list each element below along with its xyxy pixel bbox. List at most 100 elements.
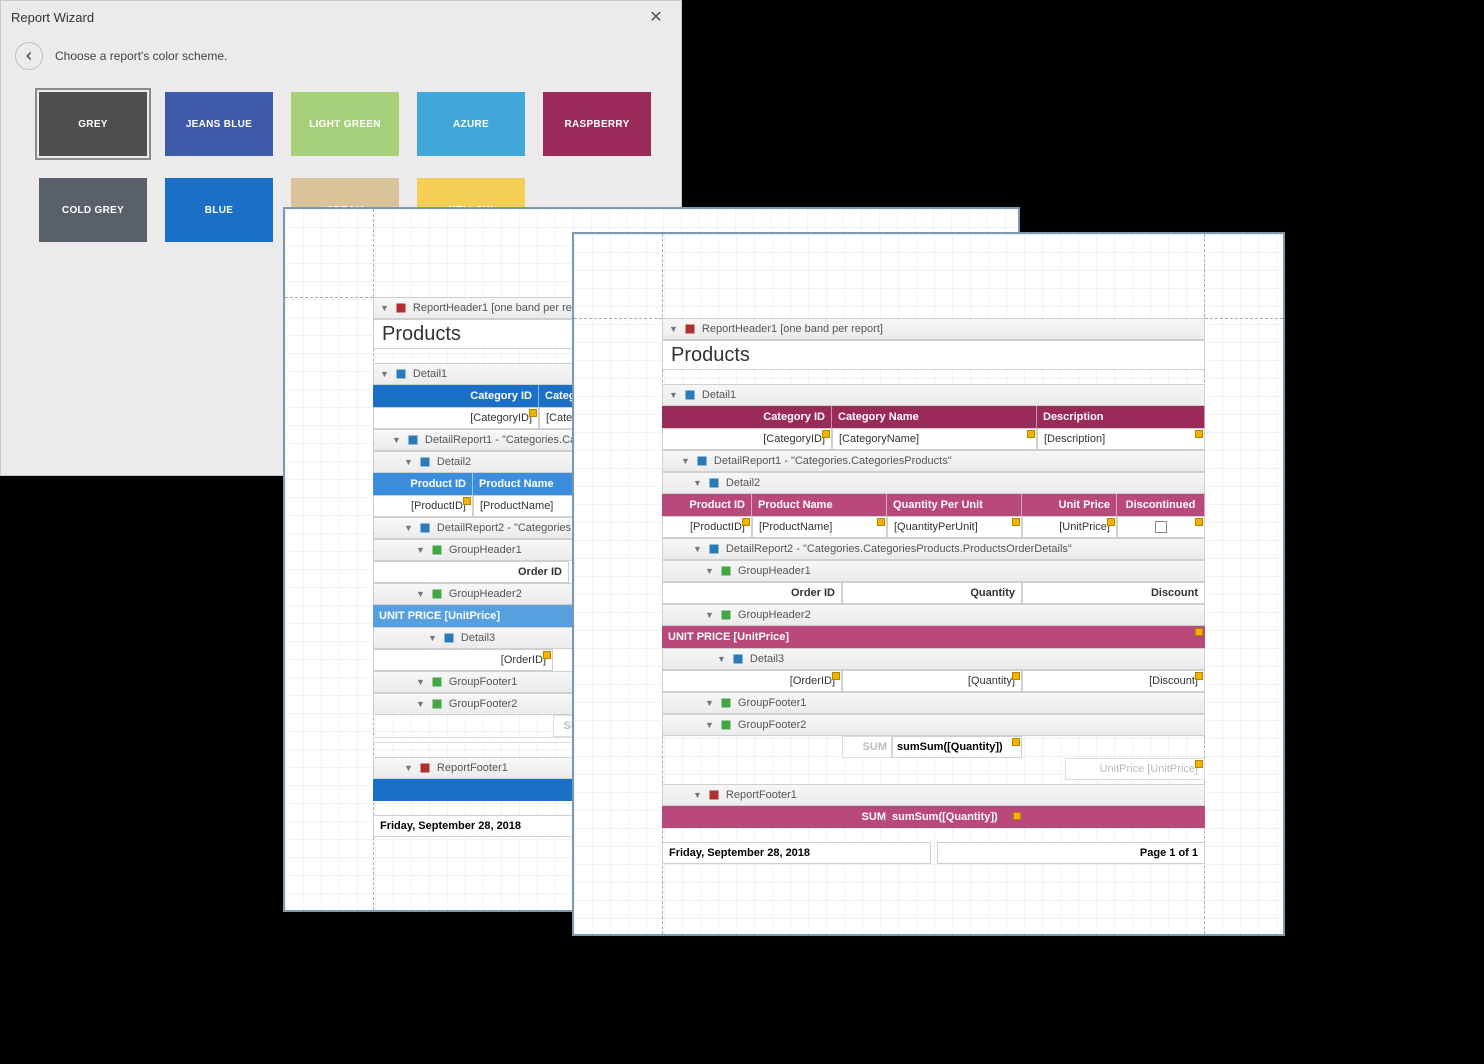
smart-tag-icon[interactable] xyxy=(1195,518,1203,526)
collapse-icon[interactable]: ▼ xyxy=(693,478,702,488)
category-header-row: Category ID Category Name Description xyxy=(662,406,1205,428)
smart-tag-icon[interactable] xyxy=(1012,672,1020,680)
sum-quantity[interactable]: sumSum([Quantity]) xyxy=(892,736,1022,758)
cell-product-qpu[interactable]: [QuantityPerUnit] xyxy=(887,516,1022,538)
close-icon[interactable]: ✕ xyxy=(641,7,671,27)
unitprice-group-caption[interactable]: UNIT PRICE [UnitPrice] xyxy=(662,626,1205,648)
col-product-id[interactable]: Product ID xyxy=(662,494,752,516)
smart-tag-icon[interactable] xyxy=(463,497,471,505)
cell-category-name[interactable]: [CategoryName] xyxy=(832,428,1037,450)
col-product-qpu[interactable]: Quantity Per Unit xyxy=(887,494,1022,516)
band-detailreport2[interactable]: ▼ DetailReport2 - "Categories.Categories… xyxy=(662,538,1205,560)
smart-tag-icon[interactable] xyxy=(543,651,551,659)
detail-icon xyxy=(407,434,419,446)
cell-product-price[interactable]: [UnitPrice] xyxy=(1022,516,1117,538)
color-swatch-cold-grey[interactable]: COLD GREY xyxy=(39,178,147,242)
col-order-id[interactable]: Order ID xyxy=(662,582,842,604)
col-product-id[interactable]: Product ID xyxy=(373,473,473,495)
smart-tag-icon[interactable] xyxy=(822,430,830,438)
color-swatch-raspberry[interactable]: RASPBERRY xyxy=(543,92,651,156)
smart-tag-icon[interactable] xyxy=(1013,812,1021,820)
smart-tag-icon[interactable] xyxy=(1027,430,1035,438)
cell-product-id[interactable]: [ProductID] xyxy=(662,516,752,538)
collapse-icon[interactable]: ▼ xyxy=(380,303,389,313)
color-swatch-blue[interactable]: BLUE xyxy=(165,178,273,242)
col-category-name[interactable]: Category Name xyxy=(832,406,1037,428)
color-swatch-jeans-blue[interactable]: JEANS BLUE xyxy=(165,92,273,156)
collapse-icon[interactable]: ▼ xyxy=(380,369,389,379)
cell-category-id[interactable]: [CategoryID] xyxy=(662,428,832,450)
smart-tag-icon[interactable] xyxy=(742,518,750,526)
report-title[interactable]: Products xyxy=(662,340,1205,370)
band-detailreport1[interactable]: ▼ DetailReport1 - "Categories.Categories… xyxy=(662,450,1205,472)
cell-order-id[interactable]: [OrderID] xyxy=(662,670,842,692)
band-groupheader2[interactable]: ▼ GroupHeader2 xyxy=(662,604,1205,626)
cell-order-discount[interactable]: [Discount] xyxy=(1022,670,1205,692)
col-order-discount[interactable]: Discount xyxy=(1022,582,1205,604)
checkbox-icon[interactable] xyxy=(1155,521,1167,533)
collapse-icon[interactable]: ▼ xyxy=(416,545,425,555)
smart-tag-icon[interactable] xyxy=(1195,628,1203,636)
collapse-icon[interactable]: ▼ xyxy=(705,698,714,708)
collapse-icon[interactable]: ▼ xyxy=(404,763,413,773)
smart-tag-icon[interactable] xyxy=(1012,518,1020,526)
col-category-id[interactable]: Category ID xyxy=(662,406,832,428)
smart-tag-icon[interactable] xyxy=(1195,672,1203,680)
smart-tag-icon[interactable] xyxy=(1195,430,1203,438)
band-detail3[interactable]: ▼ Detail3 xyxy=(662,648,1205,670)
cell-product-disc[interactable] xyxy=(1117,516,1205,538)
collapse-icon[interactable]: ▼ xyxy=(693,790,702,800)
smart-tag-icon[interactable] xyxy=(1195,760,1203,768)
smart-tag-icon[interactable] xyxy=(832,672,840,680)
collapse-icon[interactable]: ▼ xyxy=(669,324,678,334)
cell-order-id[interactable]: [OrderID] xyxy=(373,649,553,671)
band-report-header[interactable]: ▼ ReportHeader1 [one band per report] xyxy=(662,318,1205,340)
back-button[interactable] xyxy=(15,42,43,70)
unitprice-placeholder[interactable]: UnitPrice [UnitPrice] xyxy=(1065,758,1205,780)
cell-category-desc[interactable]: [Description] xyxy=(1037,428,1205,450)
col-category-desc[interactable]: Description xyxy=(1037,406,1205,428)
band-label: GroupFooter2 xyxy=(449,698,517,710)
band-groupfooter1[interactable]: ▼ GroupFooter1 xyxy=(662,692,1205,714)
collapse-icon[interactable]: ▼ xyxy=(392,435,401,445)
band-detail1[interactable]: ▼ Detail1 xyxy=(662,384,1205,406)
band-detail2[interactable]: ▼ Detail2 xyxy=(662,472,1205,494)
footer-page[interactable]: Page 1 of 1 xyxy=(937,842,1206,864)
collapse-icon[interactable]: ▼ xyxy=(705,720,714,730)
col-product-name[interactable]: Product Name xyxy=(752,494,887,516)
cell-product-name[interactable]: [ProductName] xyxy=(752,516,887,538)
col-order-id[interactable]: Order ID xyxy=(373,561,569,583)
collapse-icon[interactable]: ▼ xyxy=(416,677,425,687)
collapse-icon[interactable]: ▼ xyxy=(669,390,678,400)
color-swatch-grey[interactable]: GREY xyxy=(39,92,147,156)
collapse-icon[interactable]: ▼ xyxy=(404,457,413,467)
collapse-icon[interactable]: ▼ xyxy=(717,654,726,664)
col-order-qty[interactable]: Quantity xyxy=(842,582,1022,604)
collapse-icon[interactable]: ▼ xyxy=(681,456,690,466)
cell-product-id[interactable]: [ProductID] xyxy=(373,495,473,517)
collapse-icon[interactable]: ▼ xyxy=(428,633,437,643)
col-product-disc[interactable]: Discontinued xyxy=(1117,494,1205,516)
smart-tag-icon[interactable] xyxy=(1107,518,1115,526)
collapse-icon[interactable]: ▼ xyxy=(404,523,413,533)
collapse-icon[interactable]: ▼ xyxy=(416,699,425,709)
collapse-icon[interactable]: ▼ xyxy=(705,566,714,576)
sum-placeholder[interactable]: SUM xyxy=(842,736,892,758)
col-product-price[interactable]: Unit Price xyxy=(1022,494,1117,516)
band-groupheader1[interactable]: ▼ GroupHeader1 xyxy=(662,560,1205,582)
smart-tag-icon[interactable] xyxy=(1012,738,1020,746)
band-reportfooter[interactable]: ▼ ReportFooter1 xyxy=(662,784,1205,806)
collapse-icon[interactable]: ▼ xyxy=(705,610,714,620)
smart-tag-icon[interactable] xyxy=(529,409,537,417)
footer-sum-bar[interactable]: SUM sumSum([Quantity]) xyxy=(662,806,1205,828)
collapse-icon[interactable]: ▼ xyxy=(416,589,425,599)
color-swatch-azure[interactable]: AZURE xyxy=(417,92,525,156)
band-groupfooter2[interactable]: ▼ GroupFooter2 xyxy=(662,714,1205,736)
footer-date[interactable]: Friday, September 28, 2018 xyxy=(662,842,931,864)
col-category-id[interactable]: Category ID xyxy=(373,385,539,407)
collapse-icon[interactable]: ▼ xyxy=(693,544,702,554)
smart-tag-icon[interactable] xyxy=(877,518,885,526)
cell-category-id[interactable]: [CategoryID] xyxy=(373,407,539,429)
cell-order-qty[interactable]: [Quantity] xyxy=(842,670,1022,692)
color-swatch-light-green[interactable]: LIGHT GREEN xyxy=(291,92,399,156)
